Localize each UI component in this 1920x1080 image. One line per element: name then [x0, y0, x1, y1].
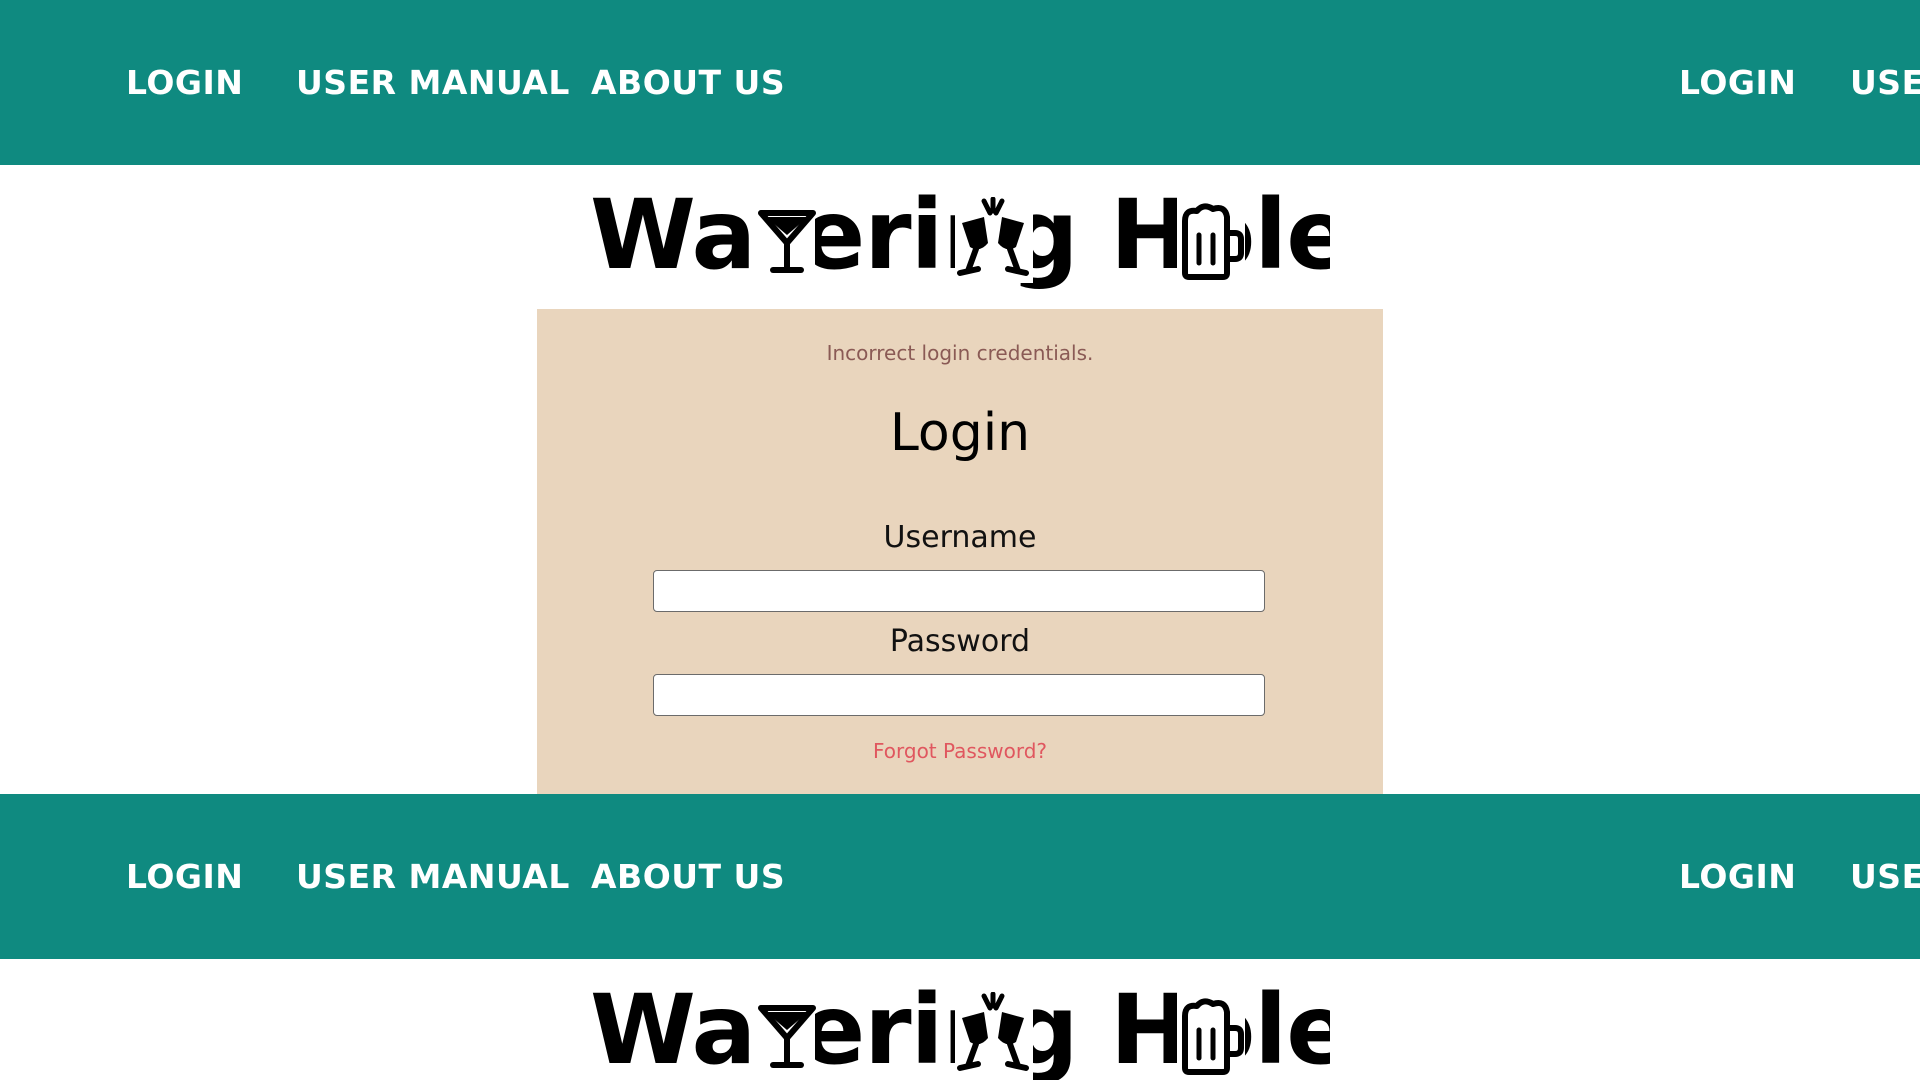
error-message: Incorrect login credentials. — [826, 341, 1094, 365]
forgot-password-link[interactable]: Forgot Password? — [537, 739, 1383, 763]
cocktail-glass-icon — [758, 1005, 816, 1068]
nav-login-link-repeat[interactable]: LOGIN — [1679, 794, 1796, 959]
top-navbar: LOGIN USER MANUAL ABOUT US LOGIN USE — [0, 0, 1920, 165]
watering-hole-logo: Watering Hole — [590, 185, 1330, 295]
nav-login-link-repeat[interactable]: LOGIN — [1679, 0, 1796, 165]
nav-user-manual-link[interactable]: USER MANUAL — [296, 0, 570, 165]
nav-login-link[interactable]: LOGIN — [126, 0, 243, 165]
login-title: Login — [889, 403, 1031, 463]
cheers-glasses-icon — [957, 992, 1029, 1071]
nav-user-manual-link[interactable]: USER MANUAL — [296, 794, 570, 959]
beer-mug-icon — [1182, 998, 1244, 1075]
nav-user-manual-link-repeat[interactable]: USE — [1850, 0, 1920, 165]
nav-login-link[interactable]: LOGIN — [126, 794, 243, 959]
cheers-glasses-icon — [957, 197, 1029, 276]
nav-about-us-link[interactable]: ABOUT US — [591, 0, 785, 165]
username-label: Username — [883, 520, 1037, 555]
username-input[interactable] — [653, 570, 1265, 612]
cocktail-glass-icon — [758, 210, 816, 273]
bottom-navbar: LOGIN USER MANUAL ABOUT US LOGIN USE — [0, 794, 1920, 959]
beer-mug-icon — [1182, 203, 1244, 280]
password-input[interactable] — [653, 674, 1265, 716]
login-panel: Incorrect login credentials. Login Usern… — [537, 309, 1383, 794]
password-label: Password — [889, 624, 1031, 659]
nav-user-manual-link-repeat[interactable]: USE — [1850, 794, 1920, 959]
watering-hole-logo-repeat: Watering Hole — [590, 980, 1330, 1080]
nav-about-us-link[interactable]: ABOUT US — [591, 794, 785, 959]
